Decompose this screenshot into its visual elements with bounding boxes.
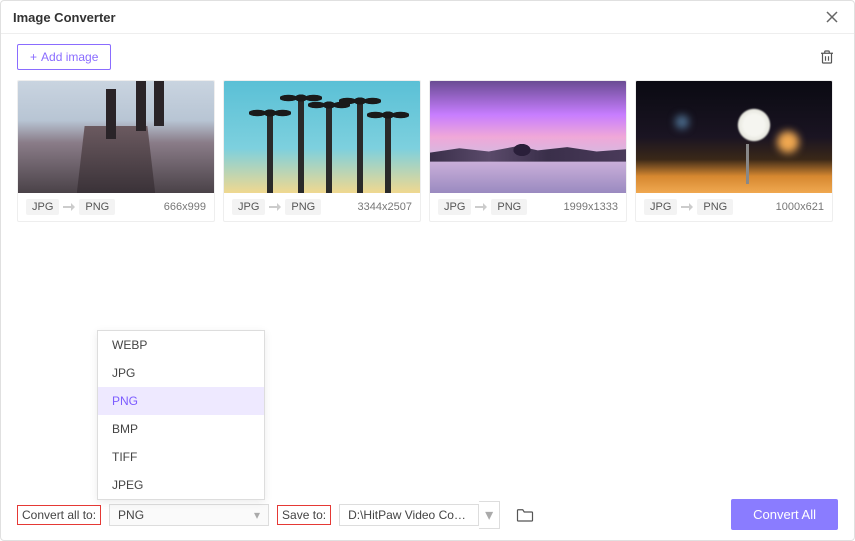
format-option-tiff[interactable]: TIFF xyxy=(98,443,264,471)
image-card[interactable]: JPG PNG 1999x1333 xyxy=(429,80,627,222)
arrow-right-icon xyxy=(269,202,281,212)
thumbnail xyxy=(224,81,420,193)
thumbnail xyxy=(636,81,832,193)
image-dimensions: 1000x621 xyxy=(776,201,824,213)
target-format-badge: PNG xyxy=(491,199,527,215)
target-format-badge: PNG xyxy=(79,199,115,215)
save-path-group: D:\HitPaw Video Conve... ▾ xyxy=(339,501,500,529)
format-option-bmp[interactable]: BMP xyxy=(98,415,264,443)
image-card[interactable]: JPG PNG 666x999 xyxy=(17,80,215,222)
format-option-jpeg[interactable]: JPEG xyxy=(98,471,264,499)
card-footer: JPG PNG 1999x1333 xyxy=(430,193,626,221)
save-path-field[interactable]: D:\HitPaw Video Conve... xyxy=(339,504,479,526)
close-icon xyxy=(825,10,839,24)
source-format-badge: JPG xyxy=(26,199,59,215)
delete-all-button[interactable] xyxy=(816,46,838,68)
thumbnail xyxy=(18,81,214,193)
image-card[interactable]: JPG PNG 3344x2507 xyxy=(223,80,421,222)
image-dimensions: 666x999 xyxy=(164,201,206,213)
format-select[interactable]: PNG ▾ xyxy=(109,504,269,526)
target-format-badge: PNG xyxy=(697,199,733,215)
trash-icon xyxy=(818,48,836,66)
image-dimensions: 3344x2507 xyxy=(358,201,412,213)
card-footer: JPG PNG 1000x621 xyxy=(636,193,832,221)
source-format-badge: JPG xyxy=(438,199,471,215)
format-option-webp[interactable]: WEBP xyxy=(98,331,264,359)
window-title: Image Converter xyxy=(13,10,116,25)
plus-icon: + xyxy=(30,50,37,64)
source-format-badge: JPG xyxy=(232,199,265,215)
close-button[interactable] xyxy=(822,7,842,27)
source-format-badge: JPG xyxy=(644,199,677,215)
format-dropdown: WEBP JPG PNG BMP TIFF JPEG xyxy=(97,330,265,500)
card-footer: JPG PNG 3344x2507 xyxy=(224,193,420,221)
save-to-label: Save to: xyxy=(282,508,326,522)
folder-icon xyxy=(516,507,534,523)
save-to-highlight: Save to: xyxy=(277,505,331,525)
format-option-png[interactable]: PNG xyxy=(98,387,264,415)
toolbar: + Add image xyxy=(1,34,854,80)
chevron-down-icon: ▾ xyxy=(485,505,493,525)
format-select-value: PNG xyxy=(118,508,144,522)
convert-all-button[interactable]: Convert All xyxy=(731,499,838,530)
arrow-right-icon xyxy=(681,202,693,212)
image-grid: JPG PNG 666x999 JPG PNG 3344x2507 xyxy=(1,80,854,222)
image-converter-window: Image Converter + Add image JPG PNG 666x… xyxy=(0,0,855,541)
titlebar: Image Converter xyxy=(1,1,854,34)
convert-all-to-label: Convert all to: xyxy=(22,508,96,522)
arrow-right-icon xyxy=(475,202,487,212)
chevron-down-icon: ▾ xyxy=(254,508,260,522)
image-dimensions: 1999x1333 xyxy=(564,201,618,213)
target-format-badge: PNG xyxy=(285,199,321,215)
format-option-jpg[interactable]: JPG xyxy=(98,359,264,387)
save-path-dropdown[interactable]: ▾ xyxy=(479,501,500,529)
thumbnail xyxy=(430,81,626,193)
add-image-button[interactable]: + Add image xyxy=(17,44,111,70)
arrow-right-icon xyxy=(63,202,75,212)
convert-all-to-highlight: Convert all to: xyxy=(17,505,101,525)
browse-folder-button[interactable] xyxy=(514,504,536,526)
card-footer: JPG PNG 666x999 xyxy=(18,193,214,221)
add-image-label: Add image xyxy=(41,50,98,64)
image-card[interactable]: JPG PNG 1000x621 xyxy=(635,80,833,222)
